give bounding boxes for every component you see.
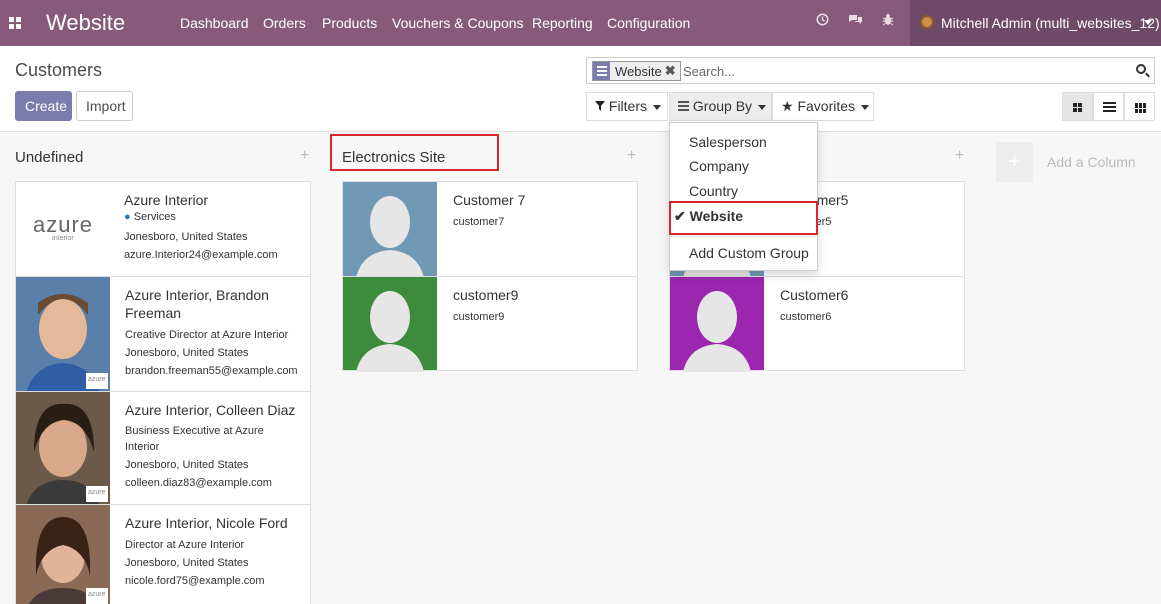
search-input[interactable]: Search... (683, 64, 735, 79)
top-navbar: Website Dashboard Orders Products Vouche… (0, 0, 1161, 46)
kanban-card[interactable]: azure Azure Interior, Nicole Ford Direct… (15, 504, 311, 604)
groupby-country[interactable]: Country (689, 183, 738, 199)
add-column-button[interactable]: Add a Column (1047, 154, 1136, 170)
menu-reporting[interactable]: Reporting (532, 15, 593, 31)
card-address: Jonesboro, United States (124, 231, 248, 243)
kanban-board: Undefined + azure interior Azure Interio… (0, 131, 1161, 604)
filters-button[interactable]: Filters (586, 92, 668, 121)
import-button[interactable]: Import (76, 91, 133, 121)
card-login: customer7 (453, 216, 505, 228)
user-menu[interactable]: Mitchell Admin (multi_websites_12) (910, 0, 1161, 46)
card-title: Business Executive at Azure Interior (125, 425, 264, 453)
grid-icon (1135, 103, 1147, 113)
page-title: Customers (15, 60, 103, 80)
clock-icon[interactable] (816, 13, 829, 29)
group-by-dropdown: Salesperson Company Country ✔ Website Ad… (669, 122, 818, 271)
card-tag: ● Services (124, 211, 176, 223)
groupby-salesperson[interactable]: Salesperson (689, 134, 767, 150)
add-column-icon[interactable]: + (996, 142, 1033, 182)
card-name: Azure Interior, Nicole Ford (125, 515, 288, 531)
menu-configuration[interactable]: Configuration (607, 15, 690, 31)
group-by-icon (593, 62, 610, 80)
chevron-down-icon (1144, 20, 1152, 25)
person-photo: azure (16, 505, 110, 604)
placeholder-avatar-icon (343, 182, 437, 278)
card-name: Azure Interior, Colleen Diaz (125, 402, 296, 418)
group-by-label: Group By (692, 98, 753, 114)
app-brand[interactable]: Website (46, 10, 125, 36)
menu-dashboard[interactable]: Dashboard (180, 15, 249, 31)
grid-view-button[interactable] (1124, 92, 1155, 121)
favorites-button[interactable]: ★ Favorites (772, 92, 874, 121)
kanban-card[interactable]: azure Azure Interior, Colleen Diaz Busin… (15, 391, 311, 506)
star-icon: ★ (781, 98, 794, 114)
highlight-box (330, 134, 499, 171)
menu-products[interactable]: Products (322, 15, 377, 31)
card-address: Jonesboro, United States (125, 347, 249, 359)
kanban-icon (1073, 103, 1083, 112)
column-title-undefined[interactable]: Undefined (15, 149, 83, 166)
add-record-icon[interactable]: + (955, 147, 964, 165)
card-name: Azure Interior, Brandon Freeman (125, 287, 269, 321)
person-photo: azure (16, 392, 110, 506)
bug-icon[interactable] (882, 13, 894, 29)
card-title: Creative Director at Azure Interior (125, 329, 289, 341)
card-address: Jonesboro, United States (125, 459, 249, 471)
menu-orders[interactable]: Orders (263, 15, 306, 31)
card-name: Customer6 (780, 287, 849, 303)
avatar (920, 15, 934, 29)
card-login: customer6 (780, 311, 832, 323)
user-name: Mitchell Admin (multi_websites_12) (941, 15, 1160, 31)
chevron-down-icon (861, 104, 870, 110)
remove-facet-icon[interactable]: ✖ (665, 63, 680, 79)
person-photo: azure (16, 277, 110, 393)
group-by-button[interactable]: Group By (669, 92, 772, 121)
tag-dot-icon: ● (124, 211, 131, 223)
apps-menu-icon[interactable] (9, 17, 21, 29)
kanban-card[interactable]: Customer 7 customer7 (342, 181, 638, 278)
card-title: Director at Azure Interior (125, 539, 245, 551)
facet-label: Website (615, 63, 662, 79)
create-button[interactable]: Create (15, 91, 72, 121)
filter-icon (595, 98, 609, 114)
card-name: Customer 7 (453, 192, 526, 208)
search-facet-website: Website ✖ (592, 61, 681, 81)
card-email: nicole.ford75@example.com (125, 575, 265, 587)
bars-icon (678, 98, 693, 114)
kanban-card[interactable]: Customer6 customer6 (669, 276, 965, 372)
card-login: customer9 (453, 311, 505, 323)
divider (670, 236, 817, 237)
favorites-label: Favorites (797, 98, 856, 114)
kanban-card[interactable]: customer9 customer9 (342, 276, 638, 372)
card-email: brandon.freeman55@example.com (125, 365, 298, 377)
card-email: azure.Interior24@example.com (124, 249, 278, 261)
list-icon (1103, 102, 1116, 113)
placeholder-avatar-icon (343, 277, 437, 372)
kanban-view-button[interactable] (1062, 92, 1093, 121)
search-icon[interactable] (1136, 64, 1146, 74)
kanban-card[interactable]: azure Azure Interior, Brandon Freeman Cr… (15, 276, 311, 393)
chevron-down-icon (758, 104, 767, 110)
card-address: Jonesboro, United States (125, 557, 249, 569)
kanban-card[interactable]: azure interior Azure Interior ● Services… (15, 181, 311, 277)
chevron-down-icon (653, 104, 662, 110)
search-bar[interactable]: Website ✖ Search... (586, 57, 1155, 84)
filters-label: Filters (608, 98, 648, 114)
add-record-icon[interactable]: + (627, 147, 636, 165)
company-logo: azure interior (16, 182, 110, 276)
menu-vouchers-coupons[interactable]: Vouchers & Coupons (392, 15, 524, 31)
add-record-icon[interactable]: + (300, 147, 309, 165)
card-name: customer9 (453, 287, 519, 303)
highlight-box (669, 201, 818, 235)
add-custom-group-button[interactable]: Add Custom Group (689, 245, 809, 261)
groupby-company[interactable]: Company (689, 158, 749, 174)
placeholder-avatar-icon (670, 277, 764, 372)
chat-icon[interactable] (848, 13, 863, 29)
list-view-button[interactable] (1093, 92, 1124, 121)
card-email: colleen.diaz83@example.com (125, 477, 272, 489)
card-name: Azure Interior (124, 192, 209, 208)
